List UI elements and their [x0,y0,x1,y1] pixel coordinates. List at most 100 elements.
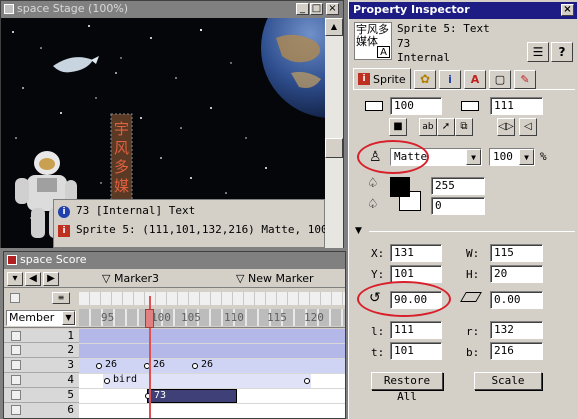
channel-row-6[interactable]: 6 [4,403,79,418]
x-field[interactable]: 131 [390,244,442,262]
inspector-close-button[interactable]: × [561,4,574,16]
stage-scrollbar[interactable]: ▲ [325,18,343,248]
score-titlebar[interactable]: space Score [4,252,345,269]
h-field[interactable]: 20 [490,265,543,283]
stage-close-button[interactable]: × [326,3,339,15]
marker-next-button[interactable]: ▶ [43,272,59,286]
stage-maximize-button[interactable]: □ [310,3,323,15]
trails-icon[interactable]: ⧉ [455,118,473,136]
chevron-down-icon[interactable]: ▼ [519,149,534,165]
behavior-channel-toggle[interactable] [10,293,20,303]
frame-number: 115 [267,311,287,324]
playhead-marker[interactable] [145,309,154,328]
tab-sprite[interactable]: i Sprite [353,68,411,90]
tab-text[interactable]: A [464,70,486,89]
stage-title: space Stage (100%) [17,2,129,15]
sprite-bar-channel-2[interactable] [79,344,345,358]
top-field[interactable]: 101 [390,342,442,360]
sprite-bar-channel-5[interactable]: 73 [147,389,237,403]
keyframe-dot[interactable] [304,378,310,384]
keyframe-dot[interactable] [104,378,110,384]
back-color-icon: ♤ [367,197,379,212]
sprite-label: 73 [154,390,167,401]
marker-menu-button[interactable]: ▾ [7,272,23,286]
stage-text-sprite[interactable]: 宇风多媒 [112,120,131,200]
marker-bar[interactable]: ▾ ◀ ▶ ▽ Marker3 ▽ New Marker [4,270,345,288]
stage-titlebar[interactable]: space Stage (100%) _ □ × [1,1,343,18]
keyframe-dot[interactable] [96,363,102,369]
script-channel-icon[interactable]: ≡ [52,292,70,304]
sprite-bar-channel-1[interactable] [79,329,345,343]
tooltip-line-2: Sprite 5: (111,101,132,216) Matte, 100% [76,223,325,236]
channel-toggle[interactable] [11,375,21,385]
behavior-strip[interactable] [79,292,345,305]
stage-window: space Stage (100%) _ □ × 宇风多媒 i 73 [Inte… [0,0,344,248]
blend-dropdown[interactable]: 100 ▼ [489,148,535,166]
thumbnail-text: 宇风多媒体 [356,23,389,48]
sprite-grid[interactable]: 26 26 26 bird 73 [79,296,345,418]
fore-color-field[interactable]: 255 [431,177,485,195]
member-dropdown[interactable]: Member ▼ [6,310,76,326]
stage-canvas[interactable]: 宇风多媒 i 73 [Internal] Text i Sprite 5: (1… [1,18,325,248]
sprite-label: 26 [105,359,118,370]
scroll-up-button[interactable]: ▲ [325,18,343,36]
channel-row-5[interactable]: 5 [4,388,79,403]
tab-movie[interactable]: ▢ [489,70,511,89]
list-view-button[interactable]: ☰ [527,42,549,62]
sprite-info-tooltip: i 73 [Internal] Text i Sprite 5: (111,10… [53,199,325,248]
flip-horizontal-icon[interactable]: ◁▷ [497,118,515,136]
bottom-field[interactable]: 216 [490,342,543,360]
stage-minimize-button[interactable]: _ [296,3,309,15]
channel-number: 1 [67,329,74,342]
skew-field[interactable]: 0.00 [490,291,543,309]
marker-3[interactable]: ▽ Marker3 [102,272,159,285]
lock-icon[interactable]: ■ [389,118,407,136]
inspector-cast-lib: Internal [397,51,450,64]
chevron-down-icon[interactable]: ▼ [466,149,481,165]
member-cast-field[interactable]: 111 [490,97,543,115]
back-color-field[interactable]: 0 [431,197,485,215]
fore-color-swatch[interactable] [390,177,410,197]
help-button[interactable]: ? [551,42,573,62]
score-window: space Score ▾ ◀ ▶ ▽ Marker3 ▽ New Marker… [3,251,346,419]
channel-row-1[interactable]: 1 [4,329,79,343]
channel-row-2[interactable]: 2 [4,343,79,358]
restore-all-button[interactable]: Restore All [371,372,443,403]
fore-color-icon: ♤ [367,176,379,191]
tab-sprite-label: Sprite [373,73,406,86]
tab-member[interactable]: i [439,70,461,89]
channel-row-3[interactable]: 3 [4,358,79,373]
property-inspector: Property Inspector × 宇风多媒体 A Sprite 5: T… [348,0,578,419]
keyframe-dot[interactable] [192,363,198,369]
channel-toggle[interactable] [11,345,21,355]
y-label: Y: [371,268,385,281]
flip-vertical-icon[interactable]: ◁ [519,118,537,136]
moveable-icon[interactable]: ➚ [437,118,455,136]
marker-new[interactable]: ▽ New Marker [236,272,313,285]
channel-toggle[interactable] [11,405,21,415]
channel-toggle[interactable] [11,390,21,400]
marker-prev-button[interactable]: ◀ [25,272,41,286]
tab-behavior[interactable]: ✿ [414,70,436,89]
scale-button[interactable]: Scale [474,372,542,390]
score-title: space Score [20,253,87,266]
inspector-titlebar[interactable]: Property Inspector × [349,2,577,19]
right-field[interactable]: 132 [490,321,543,339]
editable-icon[interactable]: ab [419,118,437,136]
w-field[interactable]: 115 [490,244,543,262]
member-dropdown-label: Member [9,311,55,324]
chevron-down-icon[interactable]: ▼ [62,311,75,325]
frame-ruler[interactable]: 95 100 105 110 115 120 [79,309,345,326]
channel-toggle[interactable] [11,331,21,341]
left-field[interactable]: 111 [390,321,442,339]
channel-row-4[interactable]: 4 [4,373,79,388]
marker-new-label: New Marker [247,272,314,285]
tab-guides[interactable]: ✎ [514,70,536,89]
sprite-number-field[interactable]: 100 [390,97,442,115]
h-label: H: [466,268,480,281]
scroll-thumb[interactable] [325,138,343,158]
sprite-label: 26 [153,359,166,370]
channel-toggle[interactable] [11,360,21,370]
collapse-triangle-icon[interactable]: ▼ [355,226,362,236]
sprite-icon: i [58,225,70,237]
